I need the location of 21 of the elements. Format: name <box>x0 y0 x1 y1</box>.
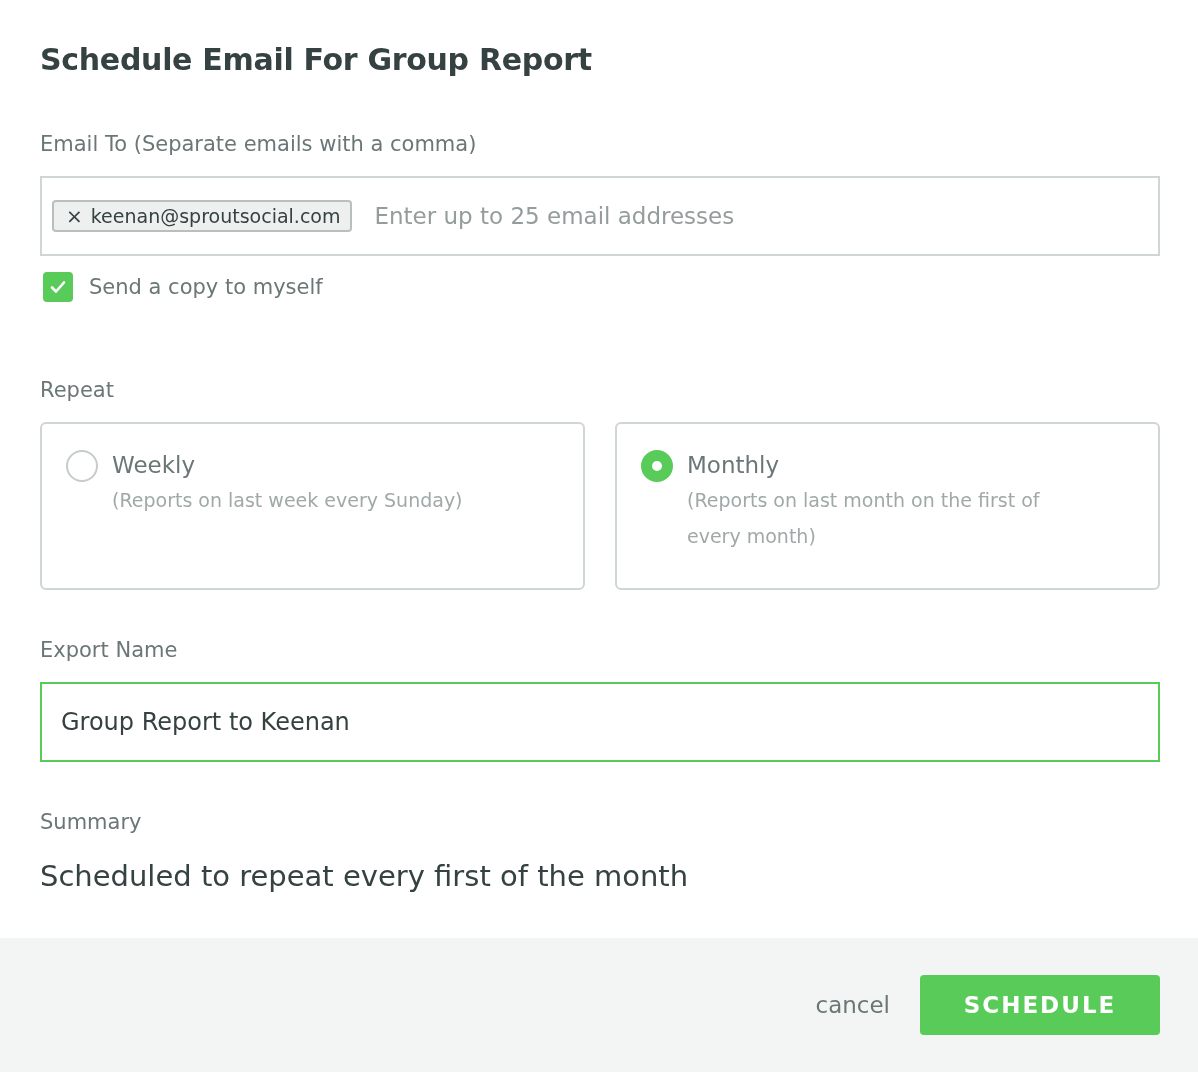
field-label: Summary <box>40 809 143 836</box>
checkbox-label: Send a copy to myself <box>89 275 323 299</box>
option-title: Weekly <box>112 451 196 480</box>
field-label: Repeat <box>40 377 115 404</box>
repeat-option-card[interactable]: Weekly (Reports on last week every Sunday) <box>40 422 585 590</box>
field-label: Email To (Separate emails with a comma) <box>40 131 478 158</box>
option-description: (Reports on last week every Sunday) <box>112 488 463 513</box>
option-description: (Reports on last month on the first of every month) <box>687 488 1041 549</box>
remove-chip-button[interactable]: × <box>66 204 83 228</box>
radio-button[interactable] <box>641 450 673 482</box>
radio-button[interactable] <box>66 450 98 482</box>
option-title: Monthly <box>687 451 781 480</box>
recipients-field[interactable]: × keenan@sproutsocial.com Enter up to 25 email addresses <box>40 176 1160 256</box>
cancel-button[interactable]: cancel <box>815 988 890 1022</box>
summary-text: Scheduled to repeat every first of the month <box>40 858 690 895</box>
field-label: Export Name <box>40 637 179 664</box>
chip-text: keenan@sproutsocial.com <box>90 205 341 227</box>
checkbox[interactable] <box>43 272 73 302</box>
export-name-field[interactable]: Group Report to Keenan <box>40 682 1160 762</box>
dialog-title: Schedule Email For Group Report <box>40 41 593 79</box>
repeat-option-card[interactable]: Monthly (Reports on last month on the first of every month) <box>615 422 1160 590</box>
